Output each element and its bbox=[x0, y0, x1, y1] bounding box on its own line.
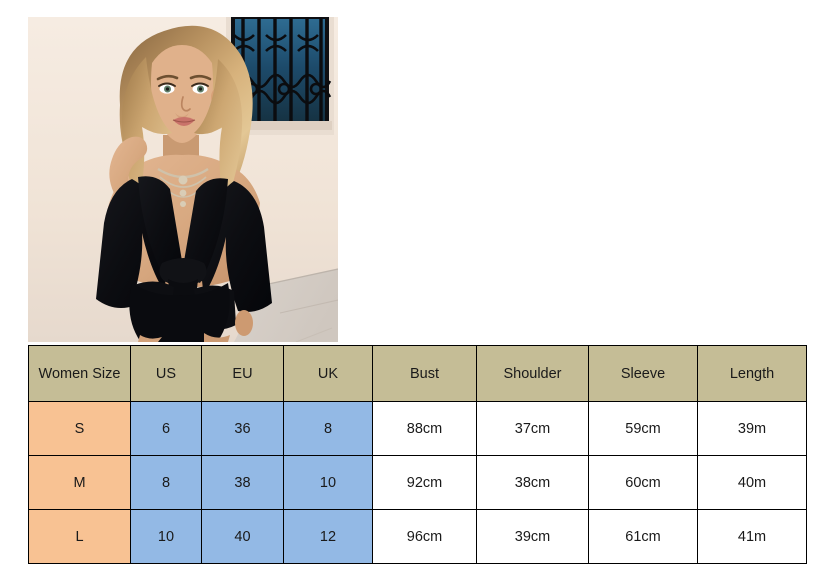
cell-uk: 12 bbox=[283, 509, 373, 564]
column-header-sleeve: Sleeve bbox=[588, 345, 698, 402]
cell-us: 10 bbox=[130, 509, 202, 564]
cell-us: 6 bbox=[130, 401, 202, 456]
cell-eu: 40 bbox=[201, 509, 284, 564]
cell-bust: 88cm bbox=[372, 401, 477, 456]
cell-eu: 36 bbox=[201, 401, 284, 456]
cell-shoulder: 37cm bbox=[476, 401, 589, 456]
cell-size: M bbox=[28, 455, 131, 510]
model-hand bbox=[235, 310, 253, 336]
table-header-row: Women Size US EU UK Bust Shoulder Sleeve… bbox=[28, 345, 807, 402]
cell-eu: 38 bbox=[201, 455, 284, 510]
column-header-uk: UK bbox=[283, 345, 373, 402]
cell-uk: 8 bbox=[283, 401, 373, 456]
column-header-length: Length bbox=[697, 345, 807, 402]
size-chart-table: Women Size US EU UK Bust Shoulder Sleeve… bbox=[28, 345, 807, 564]
cell-shoulder: 38cm bbox=[476, 455, 589, 510]
cell-uk: 10 bbox=[283, 455, 373, 510]
table-row: S 6 36 8 88cm 37cm 59cm 39m bbox=[28, 401, 807, 456]
cell-length: 41m bbox=[697, 509, 807, 564]
cell-us: 8 bbox=[130, 455, 202, 510]
cell-sleeve: 60cm bbox=[588, 455, 698, 510]
table-row: M 8 38 10 92cm 38cm 60cm 40m bbox=[28, 455, 807, 510]
cell-sleeve: 59cm bbox=[588, 401, 698, 456]
product-photo bbox=[28, 17, 338, 342]
column-header-eu: EU bbox=[201, 345, 284, 402]
cell-sleeve: 61cm bbox=[588, 509, 698, 564]
column-header-women-size: Women Size bbox=[28, 345, 131, 402]
model-photo-illustration bbox=[28, 17, 338, 342]
cell-size: L bbox=[28, 509, 131, 564]
cell-length: 40m bbox=[697, 455, 807, 510]
column-header-bust: Bust bbox=[372, 345, 477, 402]
column-header-us: US bbox=[130, 345, 202, 402]
column-header-shoulder: Shoulder bbox=[476, 345, 589, 402]
cell-shoulder: 39cm bbox=[476, 509, 589, 564]
cell-bust: 96cm bbox=[372, 509, 477, 564]
cell-bust: 92cm bbox=[372, 455, 477, 510]
cell-length: 39m bbox=[697, 401, 807, 456]
table-row: L 10 40 12 96cm 39cm 61cm 41m bbox=[28, 509, 807, 564]
cell-size: S bbox=[28, 401, 131, 456]
